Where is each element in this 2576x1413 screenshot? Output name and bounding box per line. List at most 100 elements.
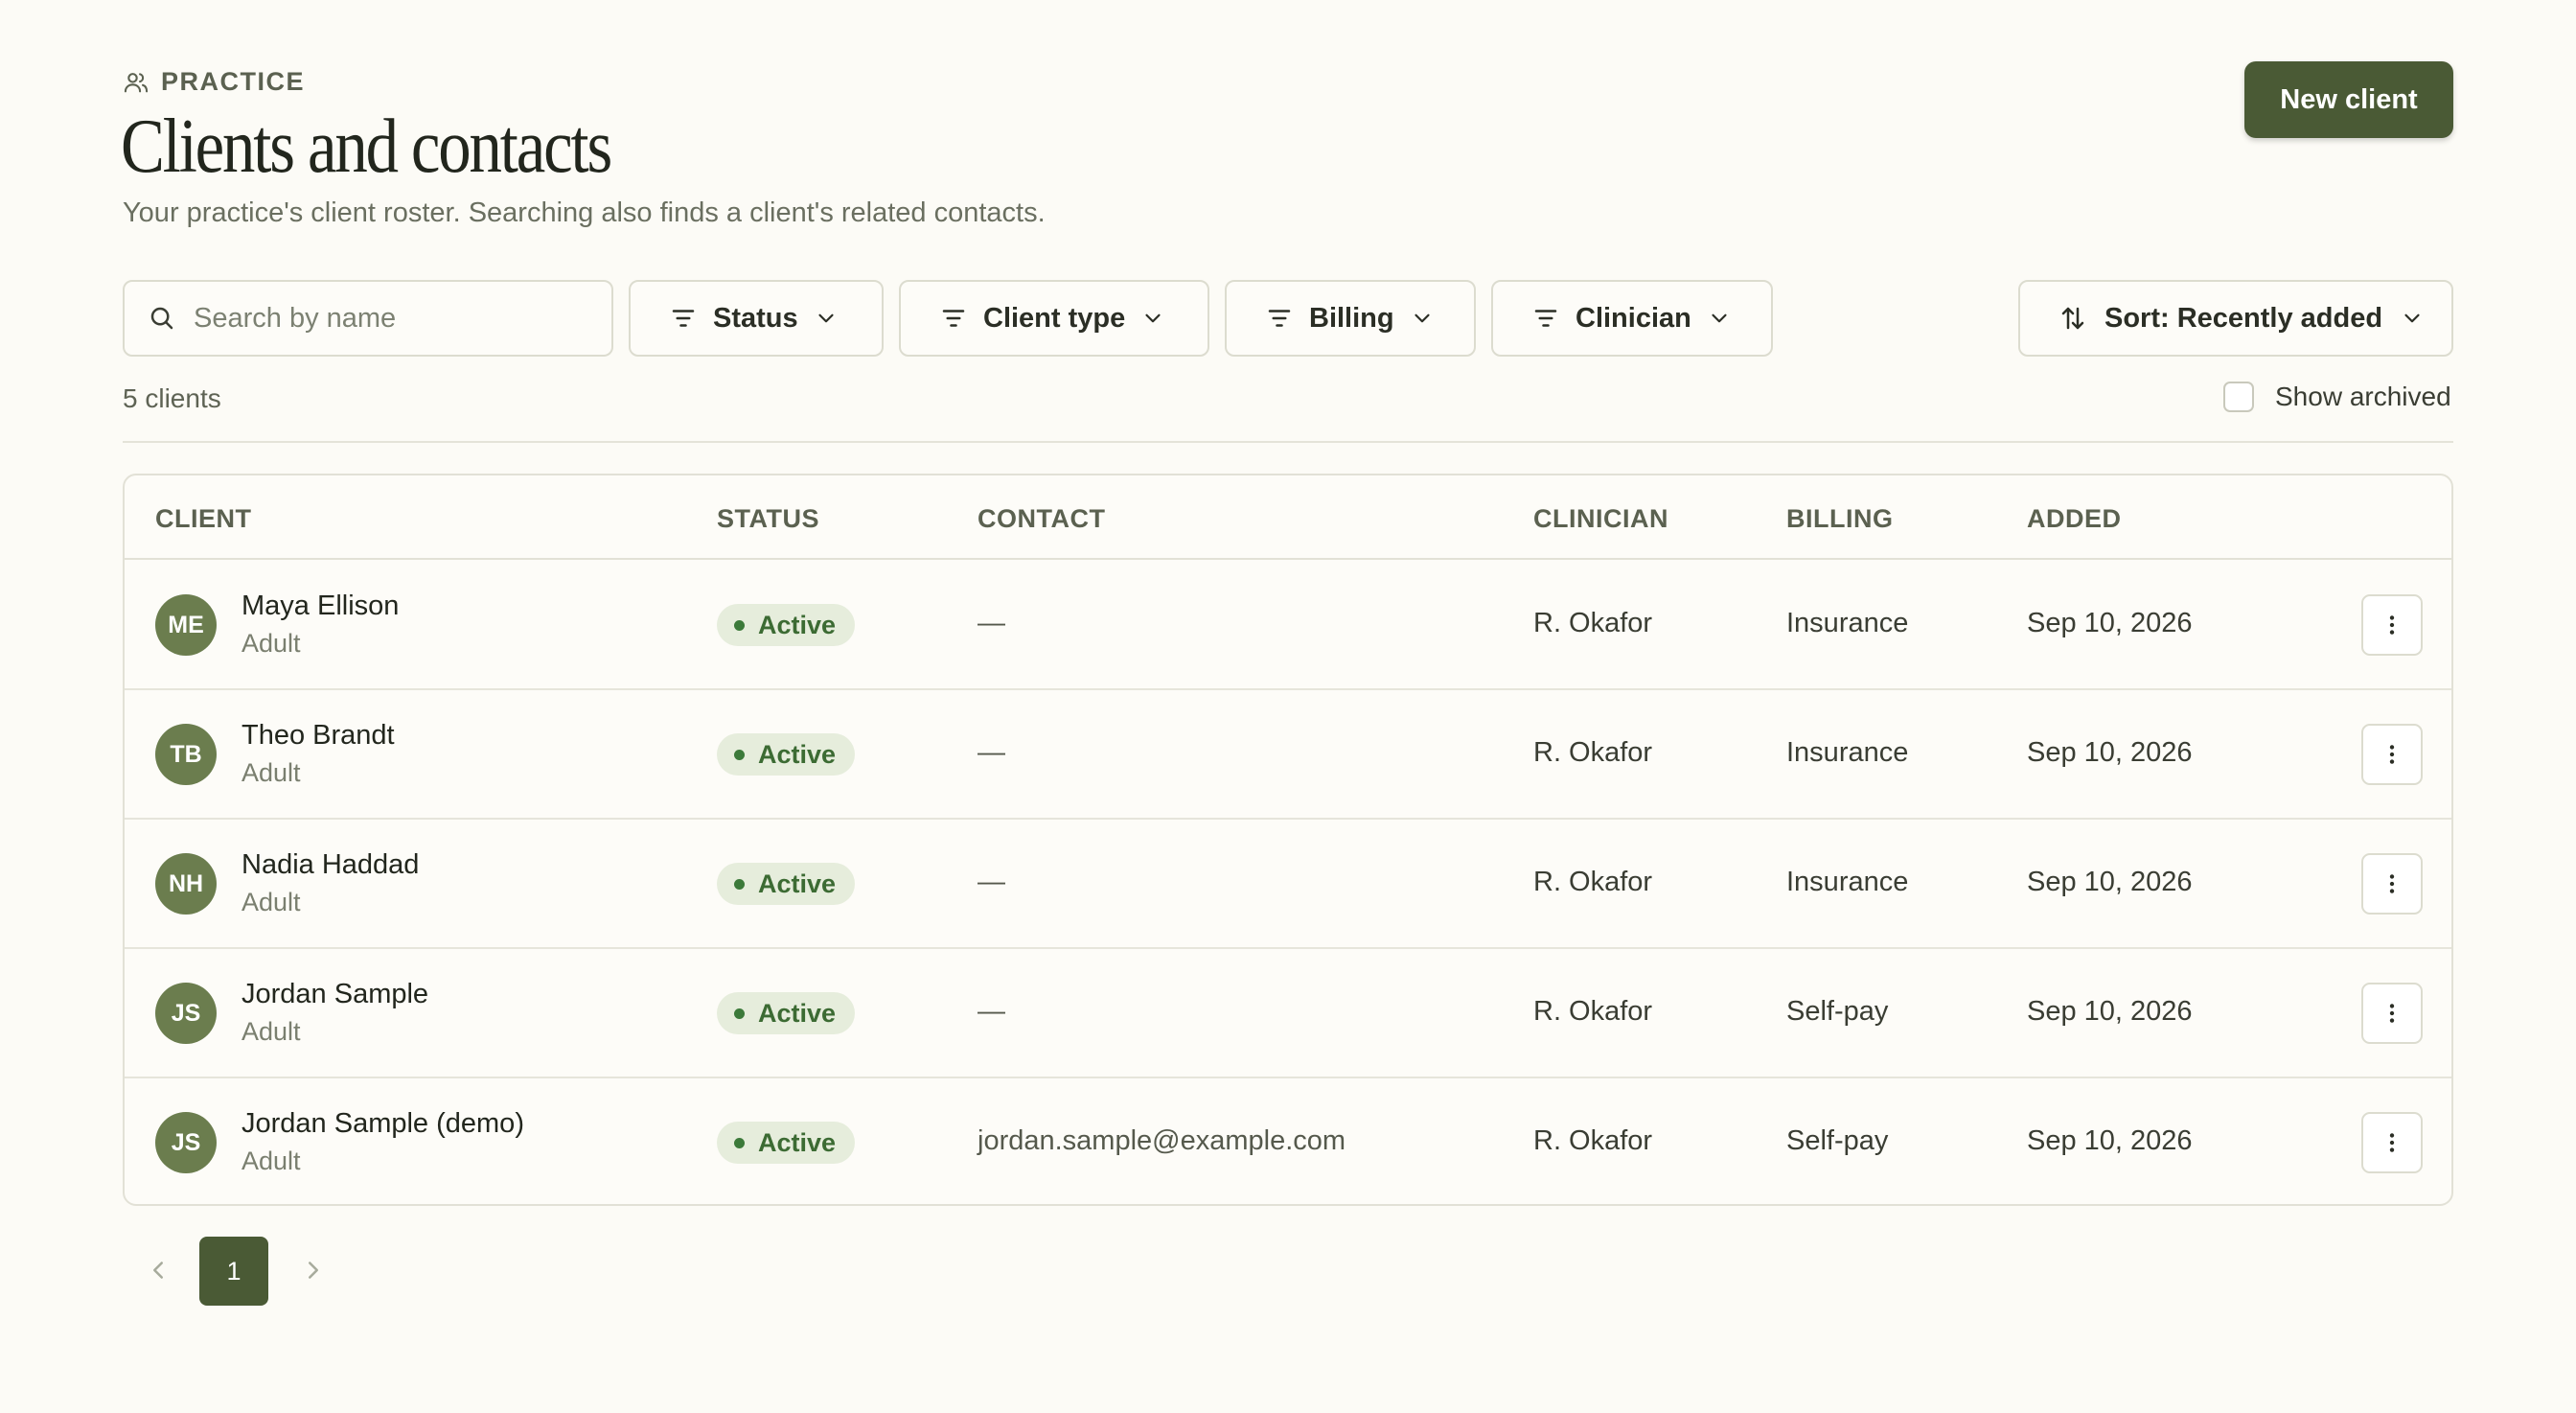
avatar: JS: [155, 983, 217, 1044]
contact-cell: —: [978, 867, 1005, 897]
clients-table: CLIENT STATUS CONTACT CLINICIAN BILLING …: [123, 474, 2453, 1206]
column-header-contact[interactable]: CONTACT: [978, 504, 1105, 534]
avatar: TB: [155, 724, 217, 785]
show-archived-label: Show archived: [2275, 382, 2451, 411]
client-type-filter-label: Client type: [983, 302, 1126, 334]
more-vertical-icon: [2389, 615, 2395, 635]
more-vertical-icon: [2389, 745, 2395, 764]
status-dot: [734, 878, 745, 890]
status-label: Active: [758, 1127, 837, 1157]
row-menu-button[interactable]: [2361, 724, 2423, 785]
client-count: 5 clients: [123, 383, 221, 413]
client-name[interactable]: Jordan Sample: [242, 979, 428, 1010]
avatar: JS: [155, 1112, 217, 1173]
clinician-cell: R. Okafor: [1533, 737, 1653, 768]
more-vertical-icon: [2389, 1004, 2395, 1023]
table-row[interactable]: JS Jordan Sample (demo) Adult Active jor…: [125, 1079, 2451, 1204]
row-menu-button[interactable]: [2361, 1112, 2423, 1173]
table-row[interactable]: ME Maya Ellison Adult Active — R. Okafor…: [125, 562, 2451, 690]
chevron-down-icon: [1145, 313, 1161, 323]
contact-cell: jordan.sample@example.com: [978, 1125, 1346, 1156]
billing-cell: Self-pay: [1786, 996, 1889, 1027]
added-cell: Sep 10, 2026: [2027, 867, 2193, 897]
clinician-filter-button[interactable]: Clinician: [1491, 280, 1773, 357]
column-header-added[interactable]: ADDED: [2027, 504, 2122, 534]
status-label: Active: [758, 739, 837, 769]
search-input[interactable]: Search by name: [123, 280, 613, 357]
client-name[interactable]: Jordan Sample (demo): [242, 1108, 524, 1140]
clinician-cell: R. Okafor: [1533, 996, 1653, 1027]
added-cell: Sep 10, 2026: [2027, 737, 2193, 768]
client-type: Adult: [242, 1017, 301, 1046]
client-type: Adult: [242, 629, 301, 658]
clinician-cell: R. Okafor: [1533, 867, 1653, 897]
status-filter-button[interactable]: Status: [629, 280, 884, 357]
filter-icon: [942, 310, 965, 327]
page-subtitle: Your practice's client roster. Searching…: [123, 197, 1046, 228]
row-menu-button[interactable]: [2361, 853, 2423, 915]
table-row[interactable]: NH Nadia Haddad Adult Active — R. Okafor…: [125, 821, 2451, 949]
search-icon: [150, 307, 173, 330]
chevron-left-icon[interactable]: [144, 1256, 172, 1285]
status-badge: Active: [717, 733, 856, 776]
filter-icon: [1534, 310, 1557, 327]
filter-icon: [1268, 310, 1291, 327]
search-placeholder: Search by name: [194, 302, 397, 334]
client-name[interactable]: Theo Brandt: [242, 720, 395, 752]
clients-page: PRACTICE Clients and contacts Your pract…: [0, 0, 2576, 1413]
status-badge: Active: [717, 863, 856, 905]
avatar: NH: [155, 853, 217, 915]
status-dot: [734, 1008, 745, 1019]
status-label: Active: [758, 998, 837, 1028]
show-archived-checkbox[interactable]: [2223, 382, 2254, 412]
eyebrow-label: PRACTICE: [161, 67, 306, 96]
chevron-down-icon: [2404, 313, 2420, 323]
new-client-button[interactable]: New client: [2244, 61, 2453, 138]
status-badge: Active: [717, 604, 856, 646]
table-row[interactable]: TB Theo Brandt Adult Active — R. Okafor …: [125, 691, 2451, 820]
status-badge: Active: [717, 992, 856, 1034]
column-header-billing[interactable]: BILLING: [1786, 504, 1894, 534]
page-number-button[interactable]: 1: [199, 1237, 268, 1306]
sort-arrows-icon: [2061, 307, 2084, 330]
page-title: Clients and contacts: [121, 104, 612, 189]
row-menu-button[interactable]: [2361, 983, 2423, 1044]
status-badge: Active: [717, 1122, 856, 1164]
contact-cell: —: [978, 608, 1005, 638]
client-type: Adult: [242, 888, 301, 916]
chevron-right-icon[interactable]: [299, 1256, 328, 1285]
clinician-cell: R. Okafor: [1533, 608, 1653, 638]
column-header-clinician[interactable]: CLINICIAN: [1533, 504, 1668, 534]
billing-cell: Self-pay: [1786, 1125, 1889, 1156]
client-name[interactable]: Maya Ellison: [242, 591, 399, 622]
status-dot: [734, 1137, 745, 1148]
status-label: Active: [758, 610, 837, 639]
sort-dropdown[interactable]: Sort: Recently added: [2018, 280, 2453, 357]
more-vertical-icon: [2389, 1133, 2395, 1152]
status-label: Active: [758, 869, 837, 898]
table-row[interactable]: JS Jordan Sample Adult Active — R. Okafo…: [125, 950, 2451, 1078]
column-header-client[interactable]: CLIENT: [155, 504, 252, 534]
contact-cell: —: [978, 996, 1005, 1027]
client-name[interactable]: Nadia Haddad: [242, 849, 419, 881]
client-type-filter-button[interactable]: Client type: [899, 280, 1209, 357]
chevron-down-icon: [818, 313, 834, 323]
table-header: CLIENT STATUS CONTACT CLINICIAN BILLING …: [125, 475, 2451, 560]
show-archived-toggle[interactable]: Show archived: [2223, 382, 2451, 412]
row-menu-button[interactable]: [2361, 594, 2423, 656]
added-cell: Sep 10, 2026: [2027, 608, 2193, 638]
filter-icon: [672, 310, 695, 327]
billing-cell: Insurance: [1786, 867, 1909, 897]
billing-filter-label: Billing: [1309, 302, 1394, 334]
users-icon: [124, 72, 149, 92]
status-filter-label: Status: [713, 302, 798, 334]
avatar: ME: [155, 594, 217, 656]
contact-cell: —: [978, 737, 1005, 768]
billing-filter-button[interactable]: Billing: [1225, 280, 1476, 357]
client-type: Adult: [242, 1147, 301, 1175]
column-header-status[interactable]: STATUS: [717, 504, 819, 534]
billing-cell: Insurance: [1786, 737, 1909, 768]
added-cell: Sep 10, 2026: [2027, 1125, 2193, 1156]
clinician-filter-label: Clinician: [1576, 302, 1691, 334]
billing-cell: Insurance: [1786, 608, 1909, 638]
